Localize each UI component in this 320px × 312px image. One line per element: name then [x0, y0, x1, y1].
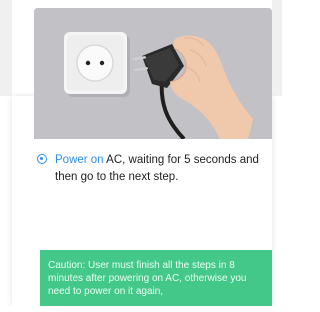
power-on-link[interactable]: Power on	[55, 154, 104, 166]
step-text: Power on AC, waiting for 5 seconds and t…	[55, 152, 275, 186]
background-left-strip	[0, 0, 12, 96]
plug-into-socket-image	[34, 8, 272, 139]
caution-banner: Caution: User must finish all the steps …	[40, 250, 272, 306]
selected-radio-icon[interactable]	[37, 154, 47, 164]
caution-text: Caution: User must finish all the steps …	[48, 260, 247, 297]
bottom-margin	[0, 306, 282, 312]
background-right-strip	[272, 0, 282, 96]
setup-step-screen: Power on AC, waiting for 5 seconds and t…	[0, 0, 282, 312]
